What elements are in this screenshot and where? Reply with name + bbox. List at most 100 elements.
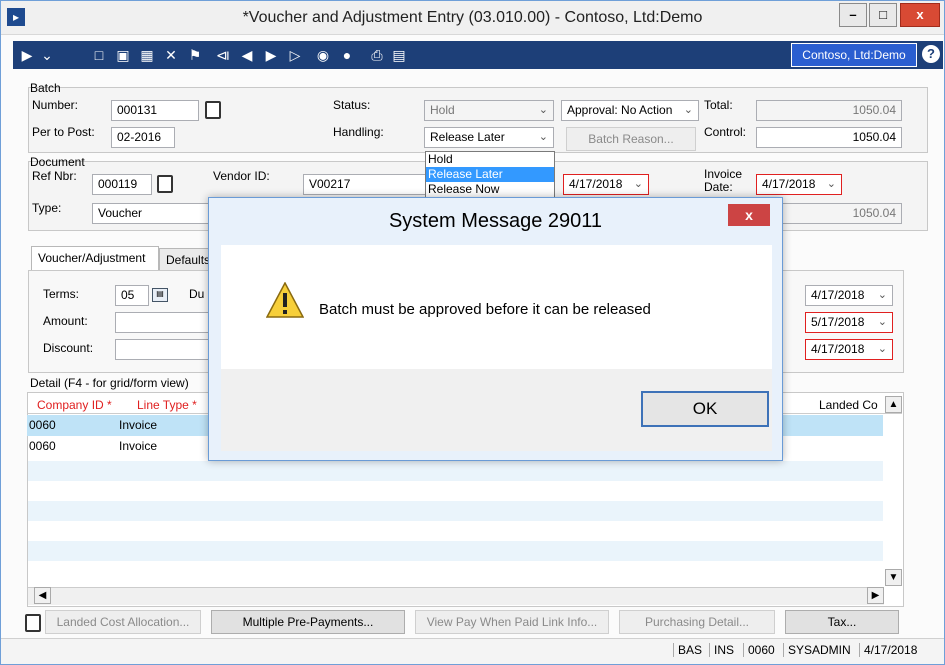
- ref-nbr-lookup-icon[interactable]: [157, 175, 173, 193]
- handling-option-release-now[interactable]: Release Now: [426, 182, 554, 197]
- warning-icon: [266, 282, 304, 318]
- dialog-close-button[interactable]: x: [728, 204, 770, 226]
- batch-group-label: Batch: [30, 81, 61, 95]
- chevron-down-icon: ⌄: [826, 178, 836, 190]
- last-record-icon[interactable]: ▷: [285, 45, 305, 65]
- status-date: 4/17/2018: [859, 643, 921, 657]
- multiple-prepayments-button[interactable]: Multiple Pre-Payments...: [211, 610, 405, 634]
- previous-record-icon[interactable]: ◀: [237, 45, 257, 65]
- status-company: 0060: [743, 643, 779, 657]
- handling-option-hold[interactable]: Hold: [426, 152, 554, 167]
- status-user: SYSADMIN: [783, 643, 855, 657]
- per-to-post-field[interactable]: 02-2016: [111, 127, 175, 148]
- purchasing-detail-button[interactable]: Purchasing Detail...: [619, 610, 775, 634]
- chevron-down-icon: ⌄: [877, 289, 887, 301]
- scroll-left-icon[interactable]: ◀: [34, 587, 51, 604]
- type-field[interactable]: Voucher: [92, 203, 212, 224]
- dialog-title: System Message 29011: [388, 210, 603, 232]
- company-button[interactable]: Contoso, Ltd:Demo: [791, 43, 917, 67]
- date-1-value: 4/17/2018: [811, 288, 865, 302]
- scroll-down-icon[interactable]: ▼: [885, 569, 902, 586]
- toolbar: ▶ ⌄ □ ▣ ▦ ✕ ⚑ ⧏ ◀ ▶ ▷ ◉ ● ⎙ ▤ Contoso, L…: [13, 41, 943, 69]
- minimize-button[interactable]: –: [839, 3, 867, 27]
- handling-option-release-later[interactable]: Release Later: [426, 167, 554, 182]
- view-pay-when-paid-button[interactable]: View Pay When Paid Link Info...: [415, 610, 609, 634]
- help-icon[interactable]: ?: [922, 45, 940, 63]
- scroll-up-icon[interactable]: ▲: [885, 396, 902, 413]
- terms-label: Terms:: [43, 287, 79, 301]
- due-label: Du: [189, 287, 205, 301]
- discount-field[interactable]: [115, 339, 215, 360]
- approval-select[interactable]: Approval: No Action ⌄: [561, 100, 699, 121]
- notes-icon[interactable]: ◉: [313, 45, 333, 65]
- window-title: *Voucher and Adjustment Entry (03.010.00…: [242, 9, 703, 26]
- title-bar: ▸ *Voucher and Adjustment Entry (03.010.…: [1, 1, 944, 35]
- per-to-post-label: Per to Post:: [32, 125, 95, 139]
- maximize-button[interactable]: □: [869, 3, 897, 27]
- new-document-icon[interactable]: □: [89, 45, 109, 65]
- amount-label: Amount:: [43, 314, 88, 328]
- invoice-date-label: Invoice Date:: [704, 167, 743, 194]
- ok-button[interactable]: OK: [641, 391, 769, 427]
- document-group-label: Document: [30, 155, 85, 169]
- save-as-icon[interactable]: ▦: [137, 45, 157, 65]
- column-company-id[interactable]: Company ID *: [37, 398, 112, 412]
- date-field-2[interactable]: 5/17/2018 ⌄: [805, 312, 893, 333]
- amount-field[interactable]: [115, 312, 215, 333]
- menu-arrow-icon[interactable]: ▶: [17, 45, 37, 65]
- finish-icon[interactable]: ⚑: [185, 45, 205, 65]
- batch-reason-button[interactable]: Batch Reason...: [566, 127, 696, 151]
- column-line-type[interactable]: Line Type *: [137, 398, 197, 412]
- close-button[interactable]: x: [900, 3, 940, 27]
- control-field[interactable]: 1050.04: [756, 127, 902, 148]
- terms-field[interactable]: 05: [115, 285, 149, 306]
- terms-lookup-icon[interactable]: ▤: [152, 288, 168, 302]
- vendor-id-label: Vendor ID:: [213, 169, 270, 183]
- note-icon[interactable]: [25, 614, 41, 632]
- dialog-body: Batch must be approved before it can be …: [221, 245, 772, 369]
- row-line-type: Invoice: [119, 439, 158, 453]
- column-landed-cost[interactable]: Landed Co: [819, 398, 878, 412]
- print-icon[interactable]: ⎙: [367, 45, 387, 65]
- next-record-icon[interactable]: ▶: [261, 45, 281, 65]
- scroll-right-icon[interactable]: ▶: [867, 587, 884, 604]
- horizontal-scrollbar[interactable]: [28, 587, 884, 605]
- status-mode: BAS: [673, 643, 706, 657]
- status-select[interactable]: Hold ⌄: [424, 100, 554, 121]
- row-line-type: Invoice: [119, 418, 158, 432]
- batch-lookup-icon[interactable]: [205, 101, 221, 119]
- chevron-down-icon[interactable]: ⌄: [37, 45, 57, 65]
- date-3-value: 4/17/2018: [811, 342, 865, 356]
- date-field-3[interactable]: 4/17/2018 ⌄: [805, 339, 893, 360]
- grid-stripe: [28, 461, 883, 481]
- vendor-id-field[interactable]: V00217: [303, 174, 427, 195]
- invoice-date-field[interactable]: 4/17/2018 ⌄: [756, 174, 842, 195]
- status-insert: INS: [709, 643, 738, 657]
- date-field-1[interactable]: 4/17/2018 ⌄: [805, 285, 893, 306]
- tab-voucher-adjustment[interactable]: Voucher/Adjustment: [31, 246, 159, 270]
- first-record-icon[interactable]: ⧏: [213, 45, 233, 65]
- view-icon[interactable]: ●: [337, 45, 357, 65]
- delete-icon[interactable]: ✕: [161, 45, 181, 65]
- ref-nbr-field[interactable]: 000119: [92, 174, 152, 195]
- chevron-down-icon: ⌄: [877, 316, 887, 328]
- status-label: Status:: [333, 98, 371, 112]
- ref-nbr-label: Ref Nbr:: [32, 169, 77, 183]
- tab-defaults[interactable]: Defaults: [159, 248, 211, 272]
- grid-stripe: [28, 541, 883, 561]
- batch-number-field[interactable]: 000131: [111, 100, 199, 121]
- detail-label: Detail (F4 - for grid/form view): [30, 376, 189, 390]
- grid-stripe: [28, 501, 883, 521]
- document-date-field[interactable]: 4/17/2018 ⌄: [563, 174, 649, 195]
- tax-button[interactable]: Tax...: [785, 610, 899, 634]
- system-message-dialog: System Message 29011 x Batch must be app…: [208, 197, 783, 461]
- export-icon[interactable]: ▤: [389, 45, 409, 65]
- landed-cost-allocation-button[interactable]: Landed Cost Allocation...: [45, 610, 201, 634]
- type-label: Type:: [32, 201, 62, 215]
- save-icon[interactable]: ▣: [113, 45, 133, 65]
- handling-select[interactable]: Release Later ⌄: [424, 127, 554, 148]
- date-2-value: 5/17/2018: [811, 315, 865, 329]
- chevron-down-icon: ⌄: [538, 131, 548, 143]
- chevron-down-icon: ⌄: [538, 104, 548, 116]
- number-label: Number:: [32, 98, 79, 112]
